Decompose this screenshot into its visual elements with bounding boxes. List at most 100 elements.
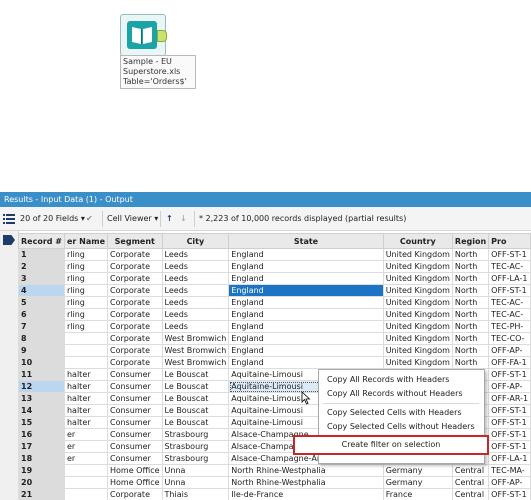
table-cell[interactable]: Consumer <box>107 392 163 405</box>
table-cell[interactable]: United Kingdom <box>382 356 453 369</box>
record-number-cell[interactable]: 19 <box>18 464 65 477</box>
table-cell[interactable]: Consumer <box>107 380 163 393</box>
menu-copy-all-without-headers[interactable]: Copy All Records without Headers <box>319 387 484 401</box>
table-cell[interactable]: United Kingdom <box>382 320 453 333</box>
record-number-cell[interactable]: 20 <box>18 476 65 489</box>
table-cell[interactable]: Leeds <box>161 284 230 297</box>
table-cell[interactable]: West Bromwich <box>161 344 230 357</box>
table-cell[interactable]: Le Bouscat <box>161 404 230 417</box>
table-cell[interactable]: United Kingdom <box>382 260 453 273</box>
checkmark-icon[interactable]: ✔ <box>86 212 93 226</box>
table-cell[interactable]: OFF-ST-1 <box>488 488 531 500</box>
table-cell[interactable] <box>63 464 109 477</box>
record-number-cell[interactable]: 16 <box>18 428 65 441</box>
table-cell[interactable]: OFF-ST-1 <box>488 368 531 381</box>
record-number-cell[interactable]: 12 <box>18 380 65 393</box>
table-cell[interactable]: North <box>451 320 490 333</box>
table-cell[interactable]: TEC-AC- <box>488 296 531 309</box>
table-cell[interactable]: Corporate <box>107 296 163 309</box>
record-number-cell[interactable]: 7 <box>18 320 65 333</box>
table-cell[interactable]: rling <box>63 272 109 285</box>
table-cell[interactable]: Consumer <box>107 452 163 465</box>
table-cell[interactable] <box>63 488 109 500</box>
table-cell[interactable]: OFF-ST-1 <box>488 440 531 453</box>
column-header[interactable]: Segment <box>107 233 163 249</box>
table-row[interactable]: 10 Corporate West Bromwich England United Ki… <box>18 356 531 369</box>
table-cell[interactable]: OFF-ST-1 <box>488 428 531 441</box>
table-cell[interactable]: Unna <box>161 476 230 489</box>
table-cell[interactable]: England <box>228 248 384 261</box>
table-cell[interactable]: halter <box>63 368 109 381</box>
column-header[interactable]: State <box>228 233 384 249</box>
table-cell[interactable]: TEC-MA- <box>488 464 531 477</box>
record-number-cell[interactable]: 11 <box>18 368 65 381</box>
record-number-cell[interactable]: 4 <box>18 284 65 297</box>
table-cell[interactable]: North <box>451 296 490 309</box>
table-cell[interactable]: rling <box>63 248 109 261</box>
table-cell[interactable]: OFF-ST-1 <box>488 416 531 429</box>
table-cell[interactable]: Consumer <box>107 368 163 381</box>
fields-select[interactable]: 20 of 20 Fields ▾ <box>20 212 85 226</box>
record-number-cell[interactable]: 8 <box>18 332 65 345</box>
table-cell[interactable]: OFF-ST-1 <box>488 284 531 297</box>
table-cell[interactable]: England <box>228 308 384 321</box>
record-number-cell[interactable]: 21 <box>18 488 65 500</box>
table-cell[interactable]: United Kingdom <box>382 284 453 297</box>
table-cell[interactable]: OFF-ST-1 <box>488 404 531 417</box>
data-view-icon[interactable] <box>3 235 15 245</box>
table-cell[interactable]: OFF-LA-1 <box>488 272 531 285</box>
table-cell[interactable]: Corporate <box>107 308 163 321</box>
record-number-cell[interactable]: 15 <box>18 416 65 429</box>
table-cell[interactable]: United Kingdom <box>382 308 453 321</box>
menu-copy-selected-without-headers[interactable]: Copy Selected Cells without Headers <box>319 420 484 434</box>
table-cell[interactable]: Thiais <box>161 488 230 500</box>
table-cell[interactable]: rling <box>63 284 109 297</box>
table-cell[interactable]: England <box>228 344 384 357</box>
table-cell[interactable]: Consumer <box>107 404 163 417</box>
record-number-cell[interactable]: 3 <box>18 272 65 285</box>
table-cell[interactable]: er <box>63 428 109 441</box>
table-cell[interactable]: United Kingdom <box>382 332 453 345</box>
table-row[interactable]: 20 Home Office Unna North Rhine-Westphalia G… <box>18 476 531 489</box>
table-row[interactable]: 2 rling Corporate Leeds England United Kingdo… <box>18 260 531 273</box>
table-cell[interactable]: England <box>228 296 384 309</box>
cell-viewer-select[interactable]: Cell Viewer ▾ <box>107 212 158 226</box>
table-cell[interactable]: er <box>63 440 109 453</box>
table-cell[interactable]: Central <box>451 476 490 489</box>
table-cell[interactable]: England <box>228 284 384 297</box>
list-icon[interactable] <box>2 212 16 226</box>
table-cell[interactable]: West Bromwich <box>161 332 230 345</box>
table-cell[interactable]: North <box>451 248 490 261</box>
table-cell[interactable]: Leeds <box>161 308 230 321</box>
table-cell[interactable]: er <box>63 452 109 465</box>
table-cell[interactable]: TEC-CO- <box>488 332 531 345</box>
column-header[interactable]: Record # <box>18 233 65 249</box>
table-cell[interactable]: TEC-AC- <box>488 260 531 273</box>
table-cell[interactable]: North <box>451 356 490 369</box>
table-cell[interactable]: Corporate <box>107 320 163 333</box>
table-cell[interactable]: Germany <box>382 464 453 477</box>
table-cell[interactable]: OFF-AP- <box>488 476 531 489</box>
table-cell[interactable]: France <box>382 488 453 500</box>
table-cell[interactable]: Le Bouscat <box>161 368 230 381</box>
menu-copy-all-with-headers[interactable]: Copy All Records with Headers <box>319 373 484 387</box>
table-cell[interactable]: Corporate <box>107 272 163 285</box>
table-cell[interactable]: England <box>228 260 384 273</box>
table-cell[interactable]: rling <box>63 296 109 309</box>
table-cell[interactable]: Consumer <box>107 416 163 429</box>
table-cell[interactable]: Corporate <box>107 356 163 369</box>
table-cell[interactable]: rling <box>63 308 109 321</box>
table-cell[interactable]: OFF-AR-1 <box>488 392 531 405</box>
menu-create-filter[interactable]: Create filter on selection <box>293 435 489 455</box>
table-cell[interactable]: Central <box>451 464 490 477</box>
table-cell[interactable]: Corporate <box>107 332 163 345</box>
table-cell[interactable] <box>63 344 109 357</box>
table-cell[interactable]: OFF-FA-1 <box>488 356 531 369</box>
menu-copy-selected-with-headers[interactable]: Copy Selected Cells with Headers <box>319 406 484 420</box>
table-cell[interactable]: Home Office <box>107 464 163 477</box>
table-cell[interactable]: halter <box>63 416 109 429</box>
table-cell[interactable]: Leeds <box>161 248 230 261</box>
table-row[interactable]: 5 rling Corporate Leeds England United Kingdo… <box>18 296 531 309</box>
table-cell[interactable]: North <box>451 260 490 273</box>
column-header[interactable]: er Name <box>63 233 109 249</box>
